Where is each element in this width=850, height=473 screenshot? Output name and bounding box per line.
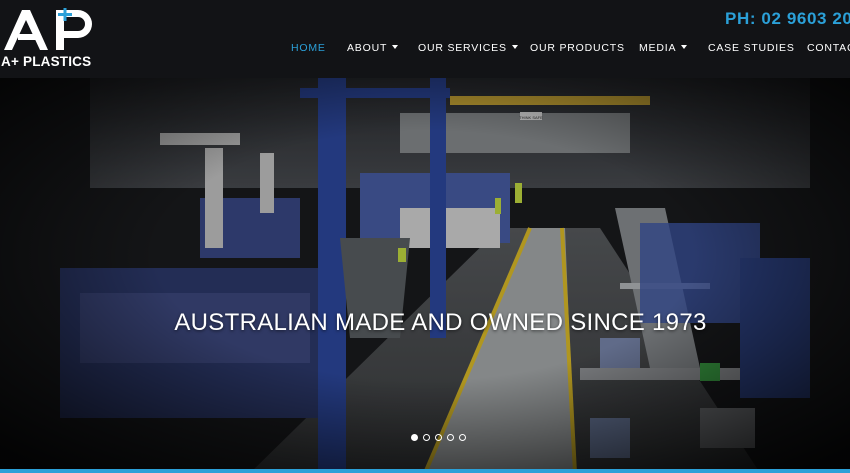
phone-number[interactable]: PH: 02 9603 20	[725, 9, 850, 29]
nav-about[interactable]: ABOUT	[347, 42, 399, 54]
slider-dot-1[interactable]	[411, 434, 418, 441]
nav-media-label: MEDIA	[639, 42, 677, 54]
nav-our-services[interactable]: OUR SERVICES	[418, 42, 518, 54]
hero-caption: AUSTRALIAN MADE AND OWNED SINCE 1973	[174, 309, 707, 336]
slider-dot-4[interactable]	[447, 434, 454, 441]
nav-case-studies[interactable]: CASE STUDIES	[708, 42, 795, 54]
logo-text: A+ PLASTICS	[1, 54, 92, 69]
factory-floor-image: THINK SAFE	[0, 78, 850, 473]
nav-case-studies-label: CASE STUDIES	[708, 42, 795, 54]
slider-dot-2[interactable]	[423, 434, 430, 441]
chevron-down-icon	[681, 45, 688, 49]
nav-media[interactable]: MEDIA	[639, 42, 688, 54]
nav-our-services-label: OUR SERVICES	[418, 42, 507, 54]
nav-our-products[interactable]: OUR PRODUCTS	[530, 42, 625, 54]
chevron-down-icon	[392, 45, 399, 49]
site-header: A+ PLASTICS PH: 02 9603 20 HOME ABOUT OU…	[0, 0, 850, 78]
nav-home-label: HOME	[291, 42, 326, 54]
slider-dot-3[interactable]	[435, 434, 442, 441]
nav-contact-label: CONTAC	[807, 42, 850, 54]
logo-mark-icon	[4, 8, 92, 50]
nav-contact[interactable]: CONTAC	[807, 42, 850, 54]
nav-about-label: ABOUT	[347, 42, 388, 54]
brand-logo[interactable]: A+ PLASTICS	[0, 4, 100, 69]
nav-our-products-label: OUR PRODUCTS	[530, 42, 625, 54]
slider-dot-5[interactable]	[459, 434, 466, 441]
nav-home[interactable]: HOME	[291, 42, 326, 54]
hero-slider[interactable]: THINK SAFE	[0, 78, 850, 473]
accent-divider	[0, 469, 850, 473]
chevron-down-icon	[511, 45, 518, 49]
